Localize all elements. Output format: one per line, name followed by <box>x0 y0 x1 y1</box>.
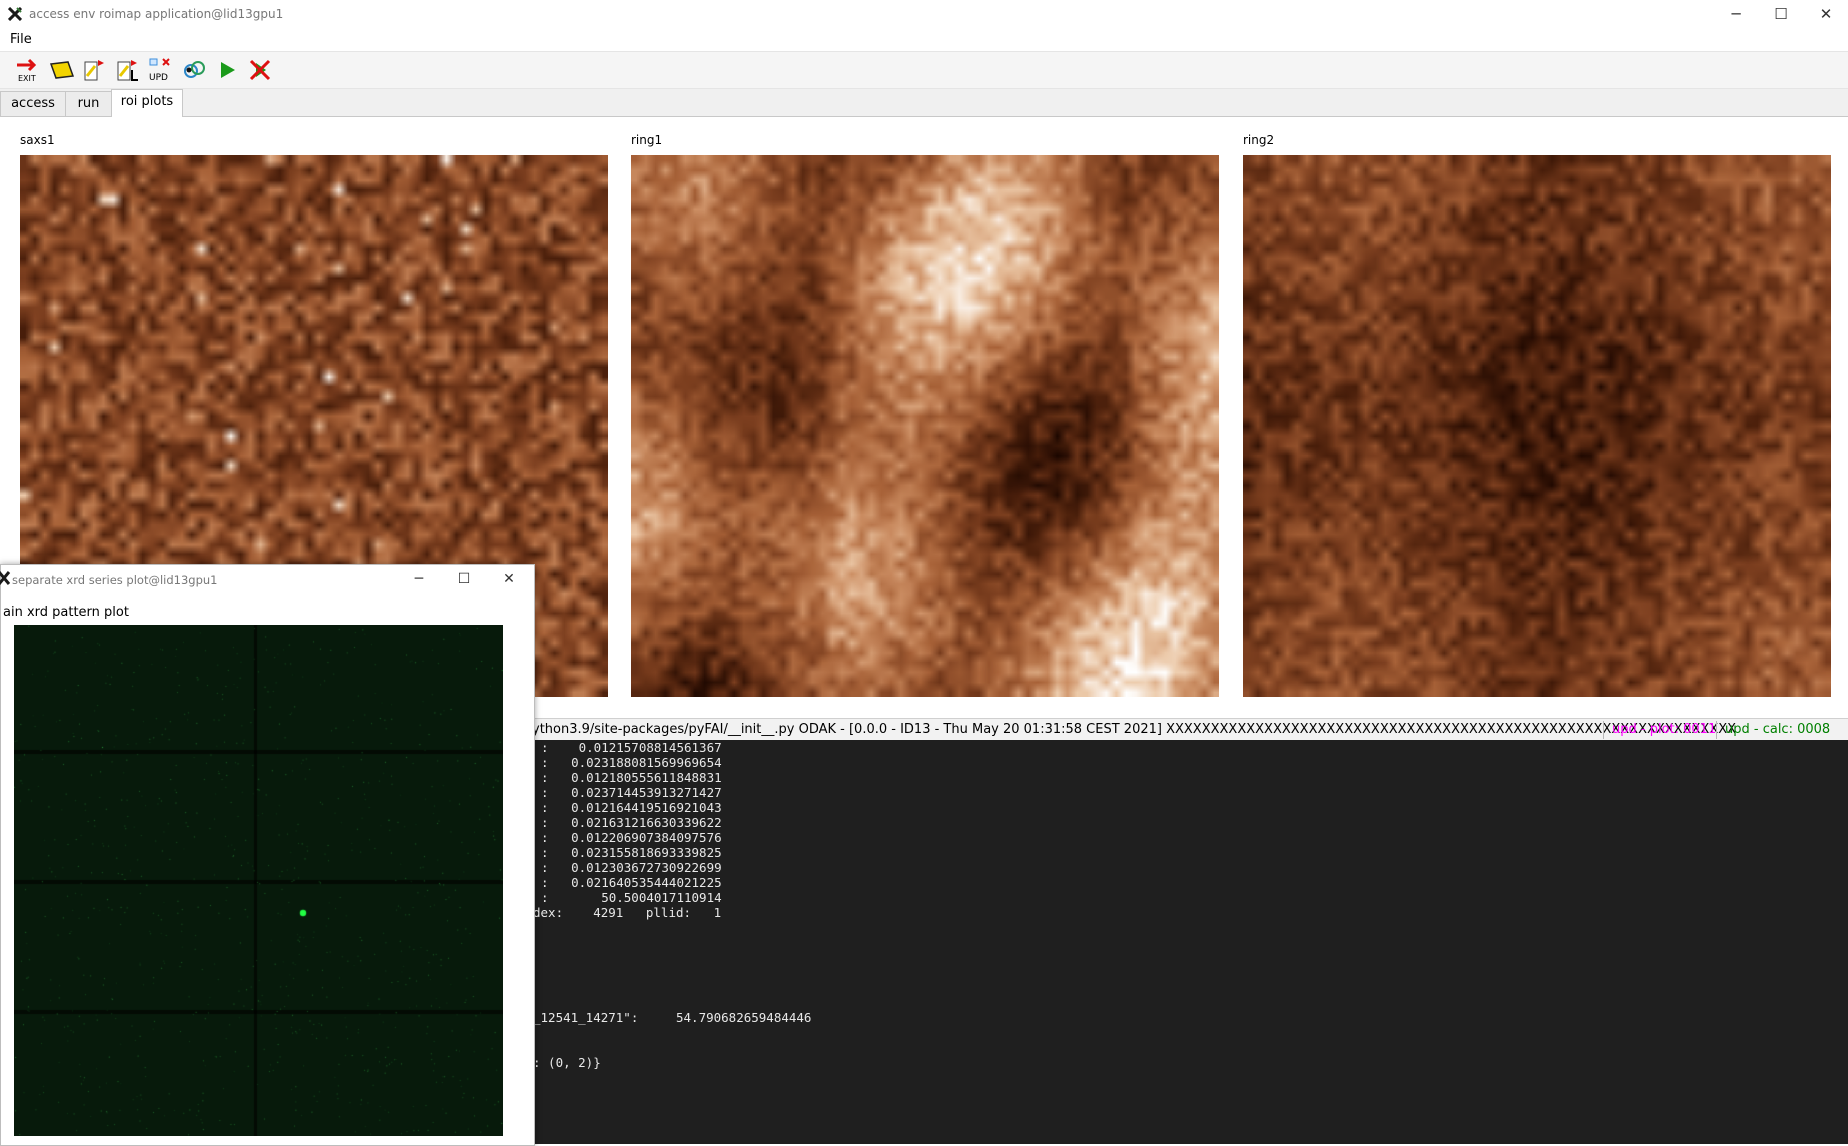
plot-update-status: upd - plot: 0011 <box>1612 722 1717 737</box>
overlay-maximize-button[interactable]: ☐ <box>442 565 486 595</box>
status-separator <box>1716 721 1717 739</box>
overlay-close-button[interactable]: ✕ <box>487 565 531 595</box>
console-line: : 0.023155818693339825 <box>541 845 722 860</box>
overlay-title-bar: separate xrd series plot@lid13gpu1 ─ ☐ ✕ <box>0 565 534 595</box>
calc-update-status: upd - calc: 0008 <box>1725 722 1831 737</box>
console-line: : 50.5004017110914 <box>541 890 722 905</box>
load-r-icon <box>84 60 104 81</box>
status-message: ython3.9/site-packages/pyFAI/__init__.py… <box>532 722 1737 737</box>
x-app-icon <box>0 571 11 589</box>
toolbar: EXIT UPD <box>0 51 1848 89</box>
console-line: : 0.021631216630339622 <box>541 815 722 830</box>
console-line: dex: 4291 pllid: 1 <box>533 905 722 920</box>
tab-access[interactable]: access <box>0 91 66 116</box>
x-app-icon <box>7 6 23 25</box>
status-separator <box>1603 721 1604 739</box>
update-button[interactable]: UPD <box>146 56 174 84</box>
xrd-pattern-plot[interactable] <box>14 625 503 1136</box>
window-title: access env roimap application@lid13gpu1 <box>29 7 284 21</box>
load-r-button[interactable] <box>80 56 108 84</box>
load-l-icon <box>117 60 138 81</box>
close-button[interactable]: ✕ <box>1804 0 1848 30</box>
minimize-button[interactable]: ─ <box>1714 0 1758 30</box>
console-line: : 0.023188081569969654 <box>541 755 722 770</box>
run-button[interactable] <box>213 56 241 84</box>
update-icon: UPD <box>149 58 170 83</box>
xrd-plot-label: ain xrd pattern plot <box>3 605 129 620</box>
plot-label-ring1: ring1 <box>631 133 663 147</box>
menu-bar: File <box>0 30 1848 50</box>
console-line: : 0.012303672730922699 <box>541 860 722 875</box>
console-line: : (0, 2)} <box>533 1055 601 1070</box>
stop-icon <box>249 59 271 81</box>
menu-file[interactable]: File <box>10 32 32 47</box>
refresh-icon <box>184 61 205 78</box>
console-line: _12541_14271": 54.790682659484446 <box>533 1010 812 1025</box>
roi-plot-ring2[interactable] <box>1243 155 1831 697</box>
update-label: UPD <box>149 73 168 83</box>
plot-label-ring2: ring2 <box>1243 133 1275 147</box>
exit-icon: EXIT <box>17 58 37 83</box>
exit-label: EXIT <box>18 74 36 83</box>
roi-plot-ring1[interactable] <box>631 155 1219 697</box>
console-line: : 0.01215708814561367 <box>541 740 722 755</box>
console-line: : 0.012164419516921043 <box>541 800 722 815</box>
load-l-button[interactable] <box>113 56 141 84</box>
tab-roi-plots[interactable]: roi plots <box>111 89 183 117</box>
console-line: : 0.012180555611848831 <box>541 770 722 785</box>
overlay-minimize-button[interactable]: ─ <box>397 565 441 595</box>
refresh-button[interactable] <box>180 56 208 84</box>
stop-button[interactable] <box>246 56 274 84</box>
open-folder-icon <box>49 61 75 79</box>
console-line: : 0.012206907384097576 <box>541 830 722 845</box>
overlay-window-title: separate xrd series plot@lid13gpu1 <box>12 573 218 587</box>
console-line: : 0.023714453913271427 <box>541 785 722 800</box>
exit-button[interactable]: EXIT <box>14 56 42 84</box>
tab-run[interactable]: run <box>65 91 112 116</box>
open-button[interactable] <box>48 56 76 84</box>
console-line: : 0.021640535444021225 <box>541 875 722 890</box>
maximize-button[interactable]: ☐ <box>1759 0 1803 30</box>
run-icon <box>221 62 235 78</box>
title-bar: access env roimap application@lid13gpu1 … <box>0 0 1848 30</box>
xrd-series-plot-window[interactable]: separate xrd series plot@lid13gpu1 ─ ☐ ✕… <box>0 564 535 1146</box>
tab-bar: access run roi plots <box>0 89 1848 117</box>
plot-label-saxs1: saxs1 <box>20 133 55 147</box>
